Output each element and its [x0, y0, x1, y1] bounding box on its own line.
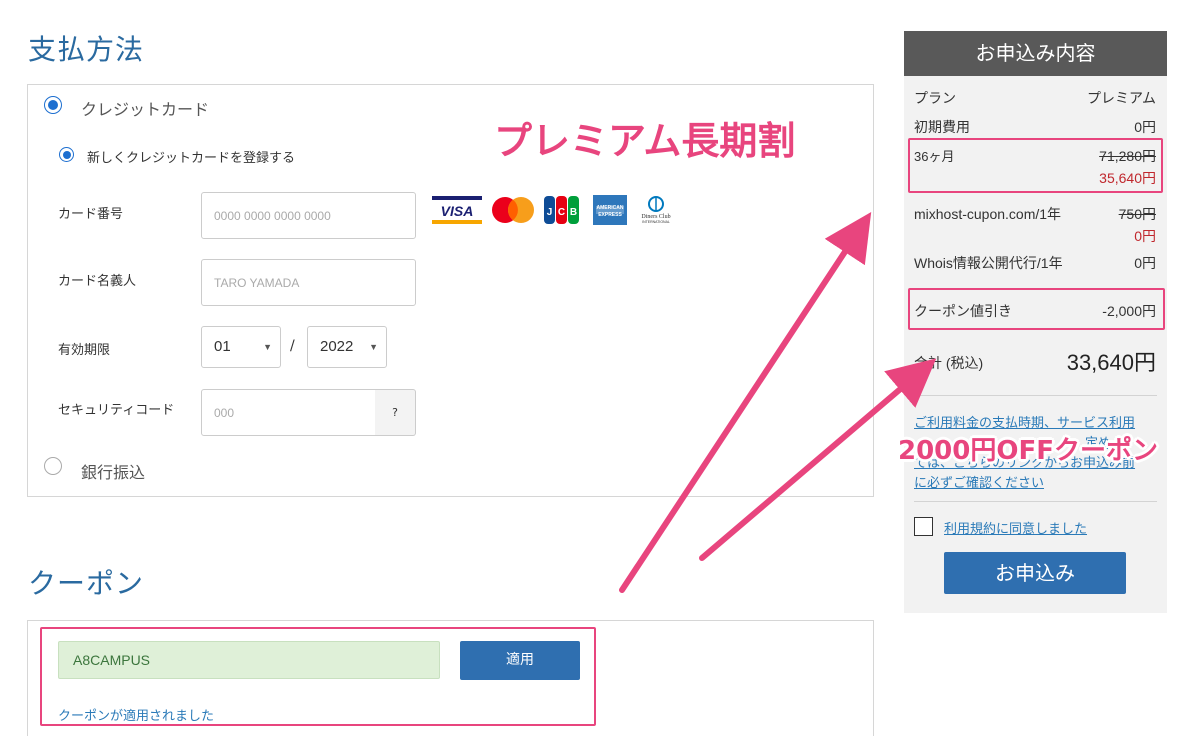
svg-text:C: C — [558, 207, 565, 218]
setup-fee-value: 0円 — [1134, 119, 1156, 135]
visa-icon: VISA — [432, 196, 482, 224]
setup-fee-label: 初期費用 — [914, 119, 970, 135]
amex-icon: AMERICAN EXPRESS — [593, 195, 627, 225]
expiry-separator: / — [290, 338, 295, 354]
expiry-month-value: 01 — [214, 338, 231, 355]
expiry-year-select[interactable]: 2022 ▼ — [307, 326, 387, 368]
bank-transfer-label: 銀行振込 — [81, 463, 146, 482]
svg-text:B: B — [570, 207, 577, 218]
new-card-radio[interactable] — [59, 147, 74, 162]
card-number-input[interactable] — [201, 192, 416, 239]
card-number-label: カード番号 — [58, 207, 124, 222]
security-code-help-button[interactable]: ? — [375, 389, 416, 436]
chevron-down-icon: ▼ — [369, 342, 378, 352]
expiry-label: 有効期限 — [58, 343, 111, 358]
card-holder-input[interactable] — [201, 259, 416, 306]
submit-order-button[interactable]: お申込み — [944, 552, 1126, 594]
notice-link-line1[interactable]: ご利用料金の支払時期、サービス利用 — [914, 412, 1135, 431]
new-card-label: 新しくクレジットカードを登録する — [87, 151, 296, 166]
plan-value: プレミアム — [1086, 90, 1156, 106]
whois-label: Whois情報公開代行/1年 — [914, 255, 1063, 271]
mastercard-icon — [492, 197, 534, 223]
diners-club-icon: Diners Club INTERNATIONAL — [641, 196, 671, 224]
bank-transfer-radio[interactable] — [44, 457, 62, 475]
security-code-label: セキュリティコード — [58, 403, 175, 418]
coupon-section-title: クーポン — [28, 567, 145, 600]
svg-text:AMERICAN: AMERICAN — [597, 205, 624, 211]
card-holder-label: カード名義人 — [58, 274, 137, 289]
payment-section-title: 支払方法 — [28, 33, 145, 66]
svg-text:J: J — [547, 207, 553, 218]
summary-divider — [914, 501, 1157, 502]
term-highlight-box — [908, 138, 1163, 193]
security-code-input[interactable] — [201, 389, 376, 436]
domain-price: 0円 — [1134, 228, 1156, 244]
annotation-premium-discount: プレミアム長期割 — [494, 119, 796, 163]
whois-value: 0円 — [1134, 255, 1156, 271]
chevron-down-icon: ▼ — [263, 342, 272, 352]
credit-card-label: クレジットカード — [81, 100, 210, 119]
notice-link-line4[interactable]: に必ずご確認ください — [914, 472, 1044, 491]
agree-terms-checkbox[interactable] — [914, 517, 933, 536]
plan-label: プラン — [914, 90, 956, 106]
credit-card-radio[interactable] — [44, 96, 62, 114]
total-label: 合計 (税込) — [914, 355, 984, 371]
jcb-icon: J C B — [544, 196, 579, 224]
expiry-year-value: 2022 — [320, 338, 354, 355]
total-value: 33,640円 — [1066, 350, 1156, 375]
agree-terms-link[interactable]: 利用規約に同意しました — [944, 518, 1087, 537]
coupon-highlight-box — [40, 627, 596, 726]
domain-original-price: 750円 — [1118, 206, 1156, 222]
annotation-coupon-off: 2000円OFFクーポン — [898, 436, 1158, 466]
svg-text:EXPRESS: EXPRESS — [598, 212, 622, 218]
discount-highlight-box — [908, 288, 1165, 330]
domain-label: mixhost-cupon.com/1年 — [914, 206, 1062, 222]
order-summary-header: お申込み内容 — [904, 31, 1167, 76]
svg-text:VISA: VISA — [441, 203, 474, 219]
svg-text:INTERNATIONAL: INTERNATIONAL — [642, 220, 670, 224]
summary-divider — [914, 395, 1157, 396]
expiry-month-select[interactable]: 01 ▼ — [201, 326, 281, 368]
